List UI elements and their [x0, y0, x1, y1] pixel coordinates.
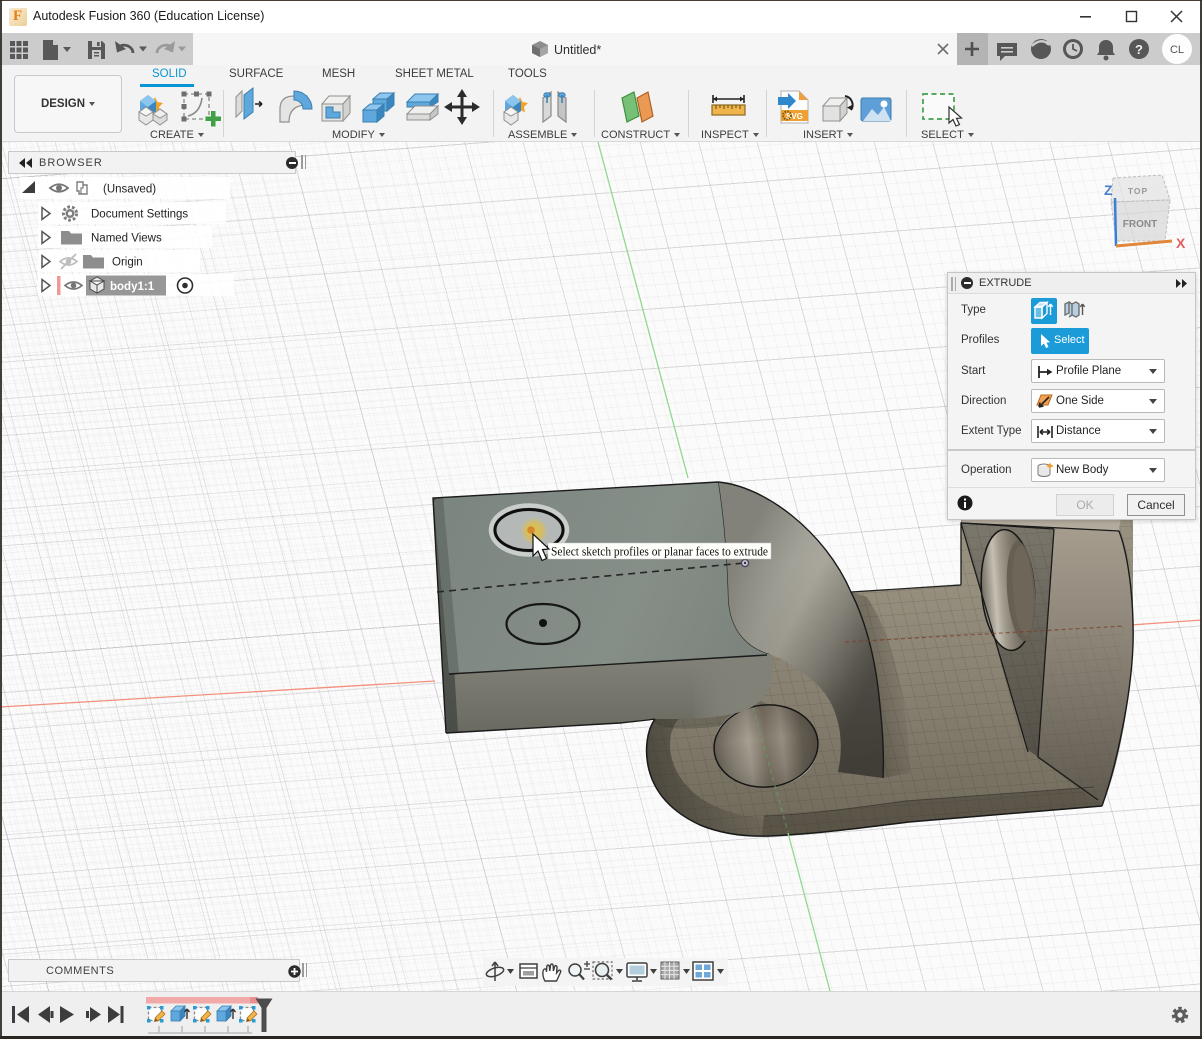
svg-text:Z: Z — [1104, 182, 1113, 198]
svg-text:Untitled*: Untitled* — [554, 43, 601, 57]
svg-text:CL: CL — [1170, 44, 1184, 56]
svg-text:TOP: TOP — [1128, 186, 1148, 196]
svg-text:Select sketch profiles or plan: Select sketch profiles or planar faces t… — [551, 545, 768, 559]
svg-text:Named Views: Named Views — [91, 233, 162, 245]
svg-text:body1:1: body1:1 — [110, 281, 155, 293]
svg-text:X: X — [1176, 235, 1186, 251]
svg-text:?: ? — [1135, 42, 1143, 57]
svg-text:(Unsaved): (Unsaved) — [103, 184, 156, 196]
svg-text:Origin: Origin — [112, 257, 143, 269]
svg-text:Document Settings: Document Settings — [91, 209, 188, 221]
svg-text:SVG: SVG — [786, 112, 803, 121]
svg-text:FRONT: FRONT — [1123, 219, 1157, 230]
